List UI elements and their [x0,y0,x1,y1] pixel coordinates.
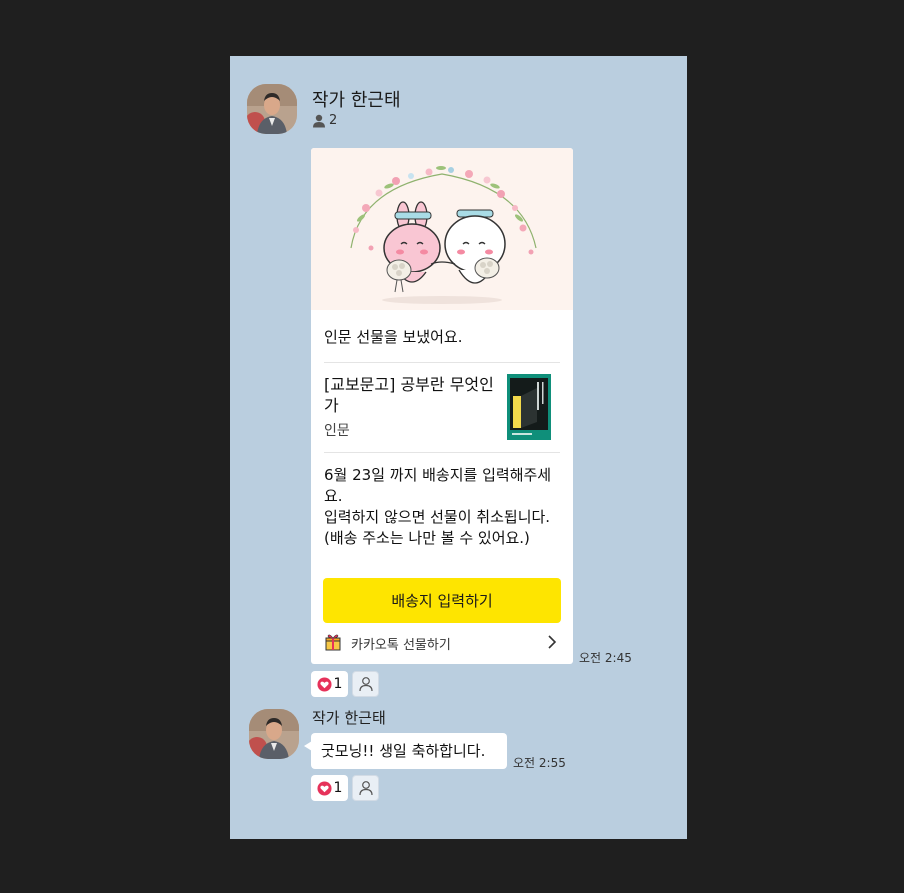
profile-avatar[interactable] [247,84,297,134]
message-bubble[interactable]: 굿모닝!! 생일 축하합니다. [311,733,507,769]
sender-name: 작가 한근태 [312,709,386,727]
deadline-line: 6월 23일 까지 배송지를 입력해주세요. [324,466,552,505]
book-cover-image [507,374,551,440]
product-category: 인문 [324,423,350,439]
member-count-value: 2 [329,113,338,128]
chat-room: 작가 한근태 2 인문 선물을 보냈어요. [교보문고] 공부란 무엇인가 인문… [230,56,687,839]
member-count[interactable]: 2 [312,113,337,128]
like-reaction[interactable]: 1 [311,671,348,697]
privacy-notice-line: (배송 주소는 나만 볼 수 있어요.) [324,529,530,547]
cancel-notice-line: 입력하지 않으면 선물이 취소됩니다. [324,508,551,526]
divider [324,452,560,453]
reaction-add-button[interactable] [352,775,379,801]
divider [324,362,560,363]
chevron-right-icon [547,634,557,654]
person-outline-icon [358,677,373,692]
like-count: 1 [333,780,343,796]
heart-icon [317,676,332,692]
kakao-gift-footer[interactable]: 카카오톡 선물하기 [311,628,573,662]
deadline-text: 6월 23일 까지 배송지를 입력해주세요. 입력하지 않으면 선물이 취소됩니… [324,465,564,549]
heart-icon [317,780,332,796]
message-time: 오전 2:45 [579,651,632,665]
product-name: [교보문고] 공부란 무엇인가 [324,375,494,415]
message-time: 오전 2:55 [513,756,566,770]
gift-box-icon [325,633,341,655]
person-outline-icon [358,781,373,796]
person-icon [313,114,325,127]
like-count: 1 [333,676,343,692]
like-reaction[interactable]: 1 [311,775,348,801]
gift-card[interactable]: 인문 선물을 보냈어요. [교보문고] 공부란 무엇인가 인문 6월 23일 까… [311,148,573,664]
enter-address-button[interactable]: 배송지 입력하기 [323,578,561,623]
kakao-gift-label: 카카오톡 선물하기 [351,638,451,653]
room-title: 작가 한근태 [312,90,401,111]
sender-avatar[interactable] [249,709,299,759]
reaction-add-button[interactable] [352,671,379,697]
gift-sent-text: 인문 선물을 보냈어요. [324,328,463,346]
gift-illustration [311,148,573,310]
